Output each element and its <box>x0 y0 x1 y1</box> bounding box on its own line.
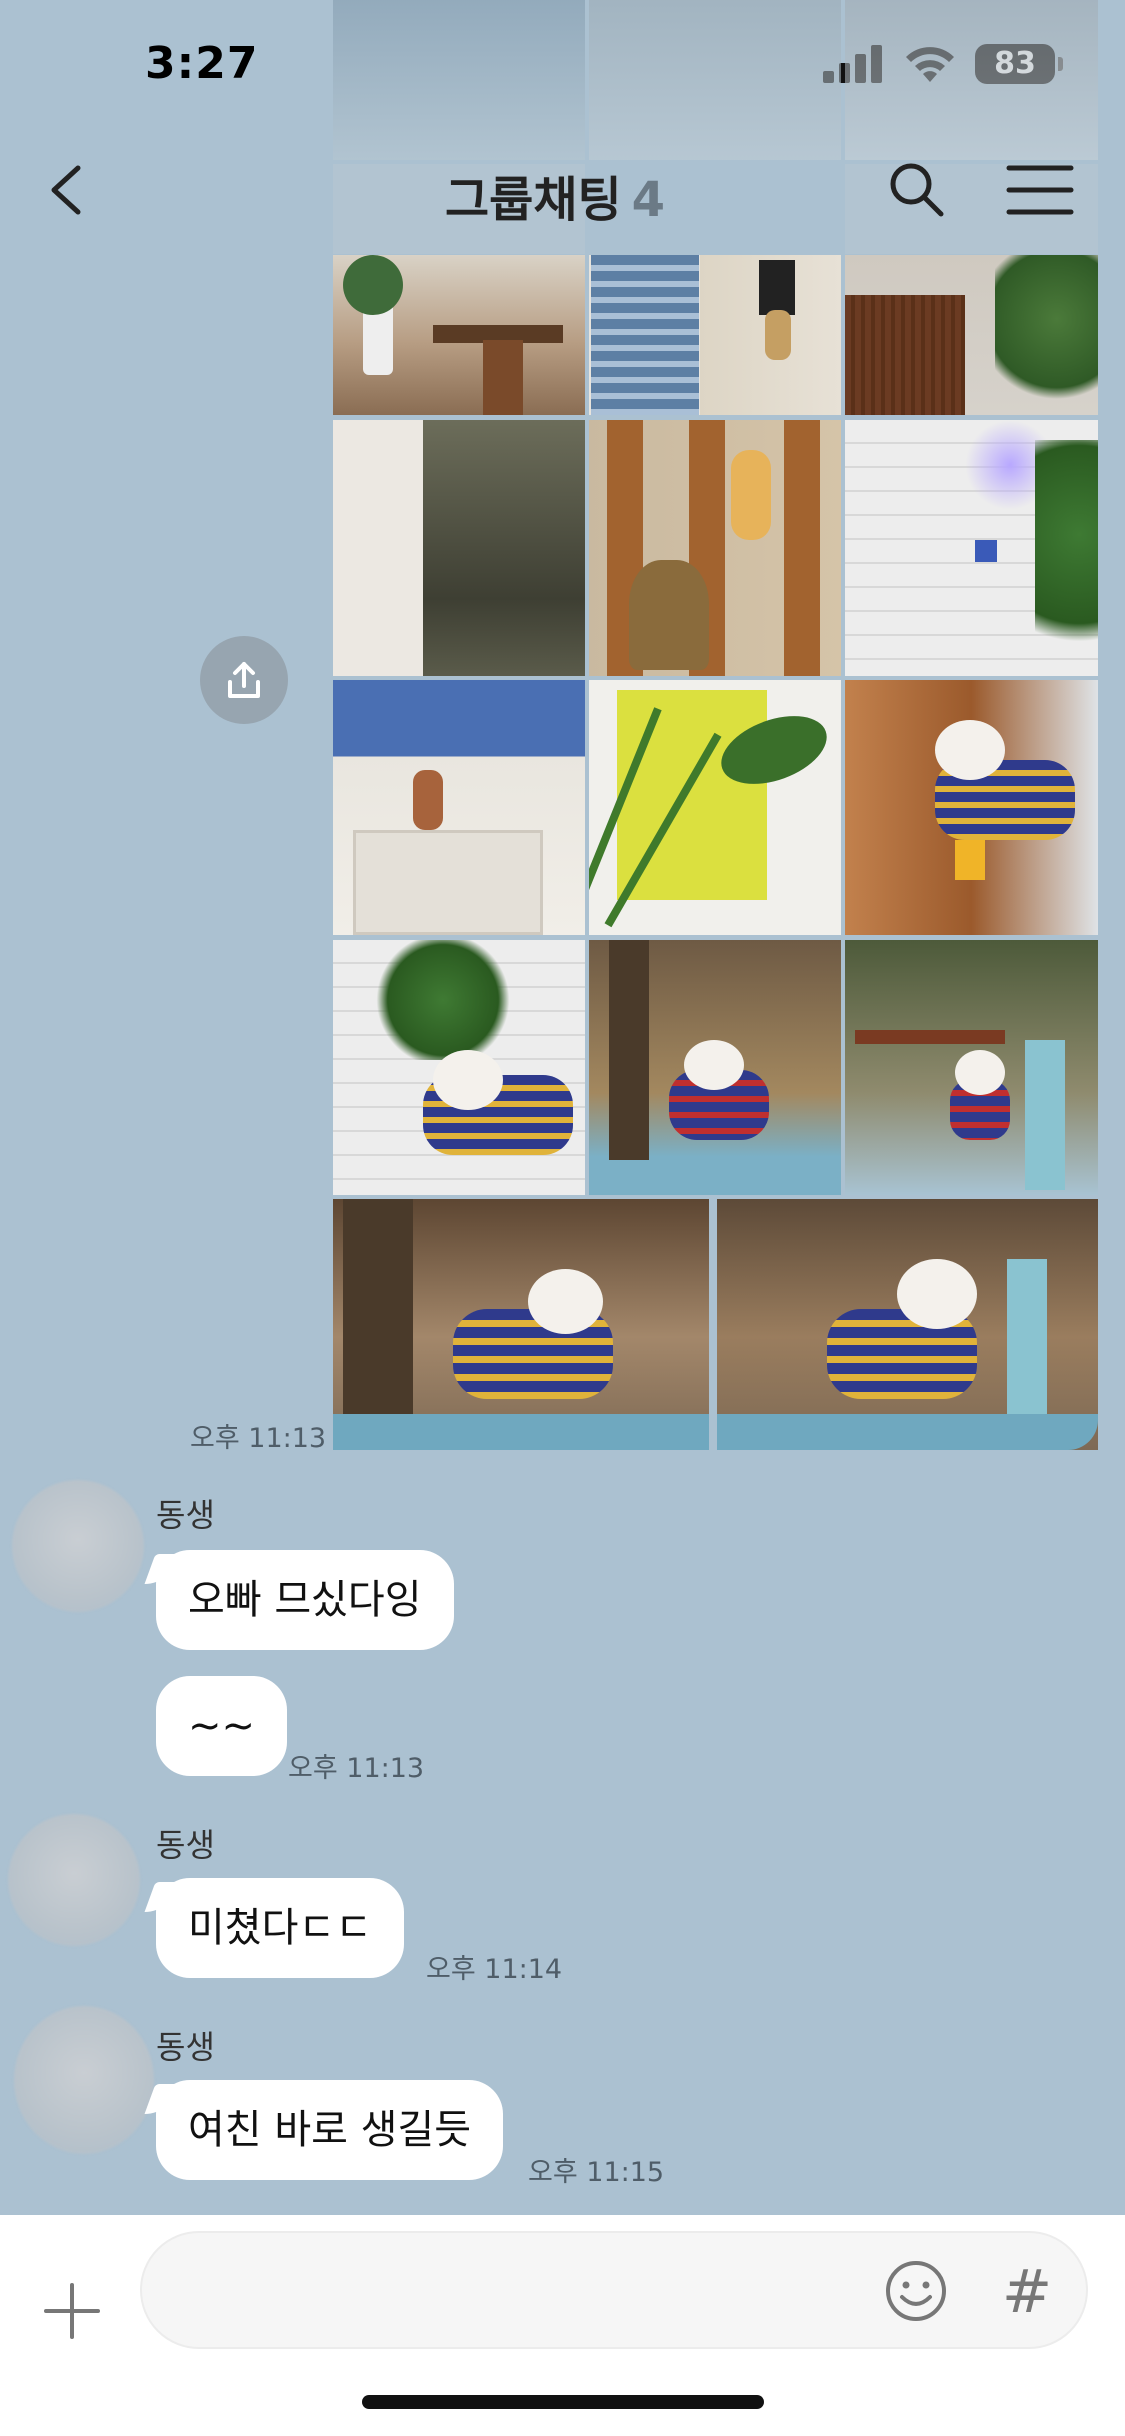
photo-window-city-view[interactable] <box>589 255 841 415</box>
message-bubble[interactable]: 여친 바로 생길듯 <box>156 2080 504 2180</box>
search-icon[interactable] <box>885 158 949 222</box>
message-bubble[interactable]: 미쳤다ㄷㄷ <box>156 1878 404 1978</box>
home-indicator <box>362 2395 764 2409</box>
message-time: 오후 11:13 <box>288 1753 425 1784</box>
chat-header: 그룹채팅 4 <box>0 140 1125 240</box>
avatar[interactable] <box>14 2006 154 2154</box>
emoji-icon[interactable] <box>884 2259 948 2323</box>
photo-dog-forest-standing[interactable] <box>333 1199 709 1450</box>
photo-message-time: 오후 11:13 <box>190 1423 327 1454</box>
avatar[interactable] <box>8 1814 140 1946</box>
message-time: 오후 11:14 <box>426 1954 563 1985</box>
photo-dog-blue-table[interactable] <box>717 1199 1098 1450</box>
sender-name: 동생 <box>156 1826 215 1864</box>
message-time: 오후 11:15 <box>528 2157 665 2188</box>
photo-dog-forest-table[interactable] <box>589 940 841 1195</box>
message-input-bar: # <box>0 2215 1125 2436</box>
photo-top-0[interactable] <box>333 0 585 160</box>
message-bubble[interactable]: ~~ <box>156 1676 288 1776</box>
share-upload-icon[interactable] <box>200 636 288 724</box>
hamburger-menu-icon[interactable] <box>1005 162 1075 218</box>
hashtag-icon[interactable]: # <box>997 2257 1057 2327</box>
photo-dog-park-bench[interactable] <box>845 940 1098 1195</box>
chat-title[interactable]: 그룹채팅 4 <box>445 160 665 230</box>
sender-name: 동생 <box>156 1496 215 1534</box>
chat-title-text: 그룹채팅 <box>445 172 622 228</box>
sender-name: 동생 <box>156 2028 215 2066</box>
photo-plant-yellow-wall[interactable] <box>589 680 841 935</box>
photo-dog-cafe-plants[interactable] <box>333 940 585 1195</box>
photo-shelf-vase-speaker[interactable] <box>333 680 585 935</box>
photo-tree-rest-poster[interactable] <box>333 420 585 676</box>
member-count: 4 <box>631 172 666 228</box>
message-input-container: # <box>140 2231 1088 2349</box>
back-chevron-icon[interactable] <box>40 160 100 220</box>
plus-icon[interactable] <box>40 2279 104 2343</box>
photo-pendant-lamp-wood[interactable] <box>589 420 841 676</box>
photo-cafe-counter-plants[interactable] <box>845 255 1098 415</box>
photo-white-brick-wall-art[interactable] <box>845 420 1098 676</box>
photo-cafe-interior-chairs[interactable] <box>333 255 585 415</box>
status-time: 3:27 <box>145 38 259 89</box>
photo-dog-striped-shirt-bench[interactable] <box>845 680 1098 935</box>
message-bubble[interactable]: 오빠 므싰다잉 <box>156 1550 454 1650</box>
share-upload-glyph <box>228 662 260 698</box>
photo-top-1[interactable] <box>589 0 841 160</box>
photo-top-2[interactable] <box>845 0 1098 160</box>
avatar[interactable] <box>12 1480 144 1612</box>
message-input[interactable] <box>172 2233 872 2347</box>
